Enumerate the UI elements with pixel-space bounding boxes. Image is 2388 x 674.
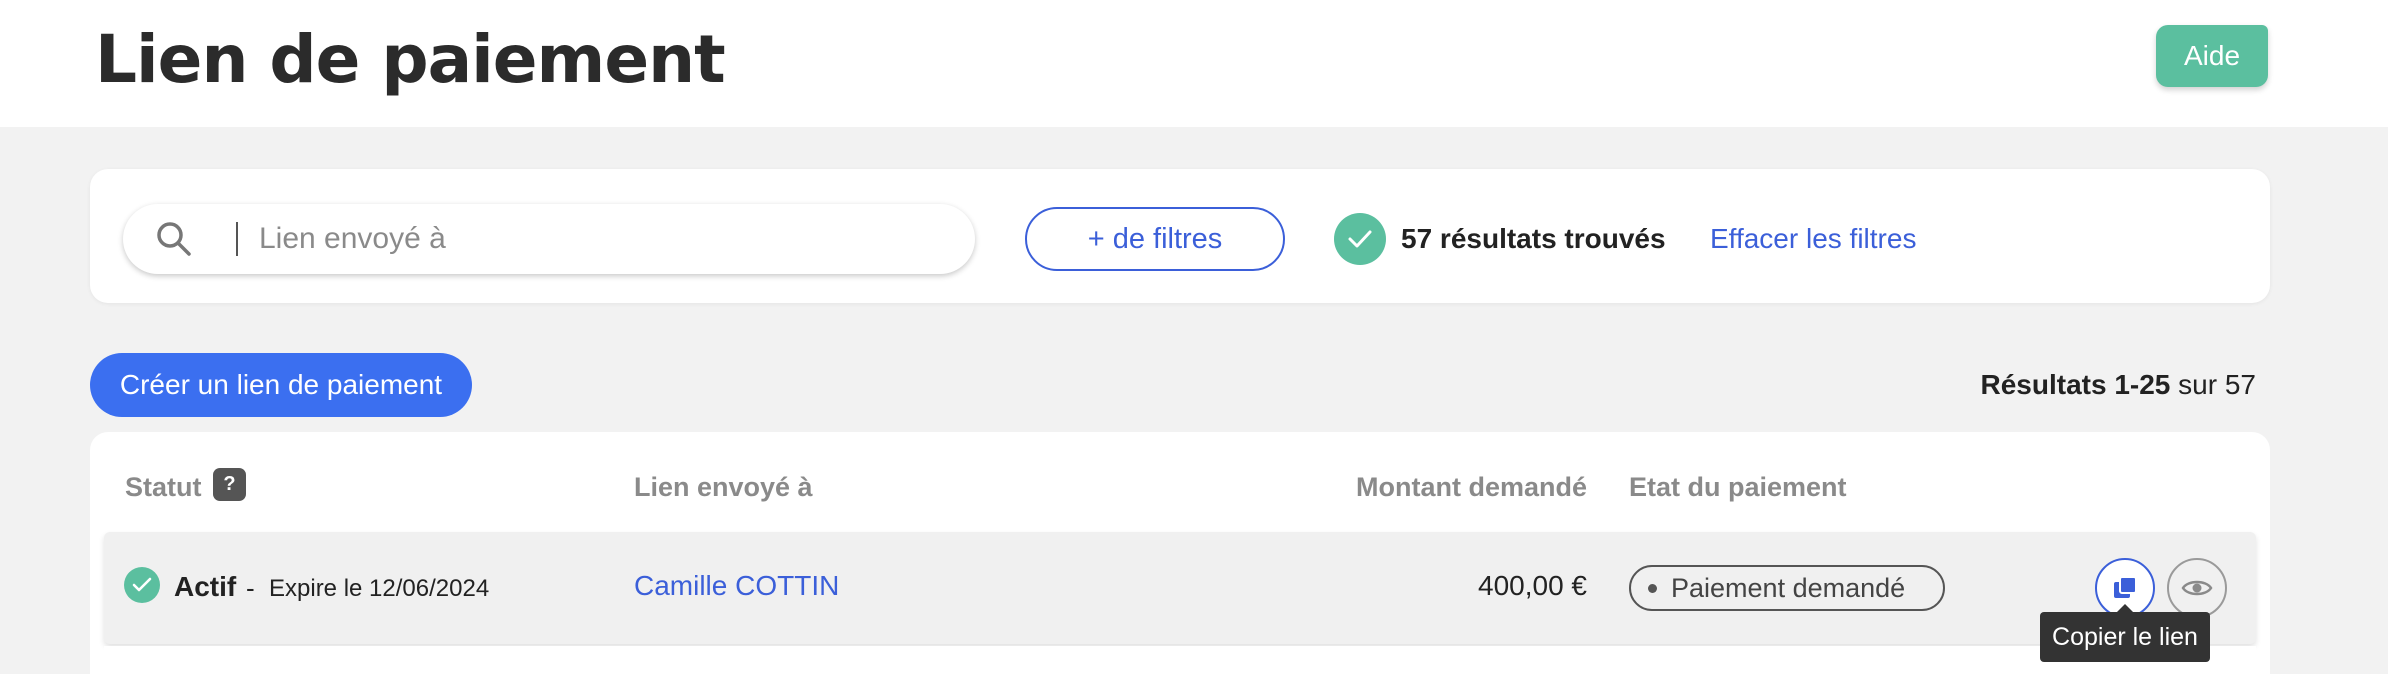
- more-filters-button[interactable]: + de filtres: [1025, 207, 1285, 271]
- status-help-icon[interactable]: ?: [213, 468, 246, 501]
- column-header-amount[interactable]: Montant demandé: [1356, 470, 1587, 504]
- clear-filters-link[interactable]: Effacer les filtres: [1710, 221, 1916, 257]
- eye-icon: [2181, 580, 2213, 596]
- payment-state-label: Paiement demandé: [1671, 572, 1906, 603]
- recipient-link[interactable]: Camille COTTIN: [634, 569, 839, 603]
- payment-state-badge: Paiement demandé: [1629, 565, 1945, 611]
- table-row-next: [104, 646, 2256, 674]
- pagination-summary: Résultats 1-25 sur 57: [1981, 368, 2256, 402]
- copy-icon: [2114, 576, 2137, 598]
- view-link-button[interactable]: [2167, 558, 2227, 618]
- check-icon: [124, 567, 160, 603]
- copy-link-tooltip: Copier le lien: [2040, 612, 2210, 662]
- results-check-icon: [1334, 213, 1386, 265]
- status-label: Actif: [174, 571, 237, 602]
- search-divider: [236, 222, 238, 256]
- column-header-status[interactable]: Statut: [125, 470, 202, 504]
- filter-card: + de filtres 57 résultats trouvés Efface…: [90, 169, 2270, 303]
- pagination-total: sur 57: [2170, 369, 2256, 400]
- amount-value: 400,00 €: [1478, 570, 1587, 601]
- status-separator: -: [246, 573, 255, 603]
- search-input[interactable]: [259, 204, 939, 274]
- search-icon: [157, 222, 191, 256]
- column-header-payment-state[interactable]: Etat du paiement: [1629, 470, 1847, 504]
- expiry-date: Expire le 12/06/2024: [269, 575, 490, 602]
- column-header-recipient[interactable]: Lien envoyé à: [634, 470, 813, 504]
- pagination-range: Résultats 1-25: [1980, 369, 2171, 400]
- page-title: Lien de paiement: [95, 21, 726, 98]
- help-button[interactable]: Aide: [2156, 25, 2268, 87]
- search-field[interactable]: [123, 204, 975, 274]
- badge-dot-icon: [1648, 584, 1657, 593]
- results-count: 57 résultats trouvés: [1401, 223, 1666, 254]
- create-payment-link-button[interactable]: Créer un lien de paiement: [90, 353, 472, 417]
